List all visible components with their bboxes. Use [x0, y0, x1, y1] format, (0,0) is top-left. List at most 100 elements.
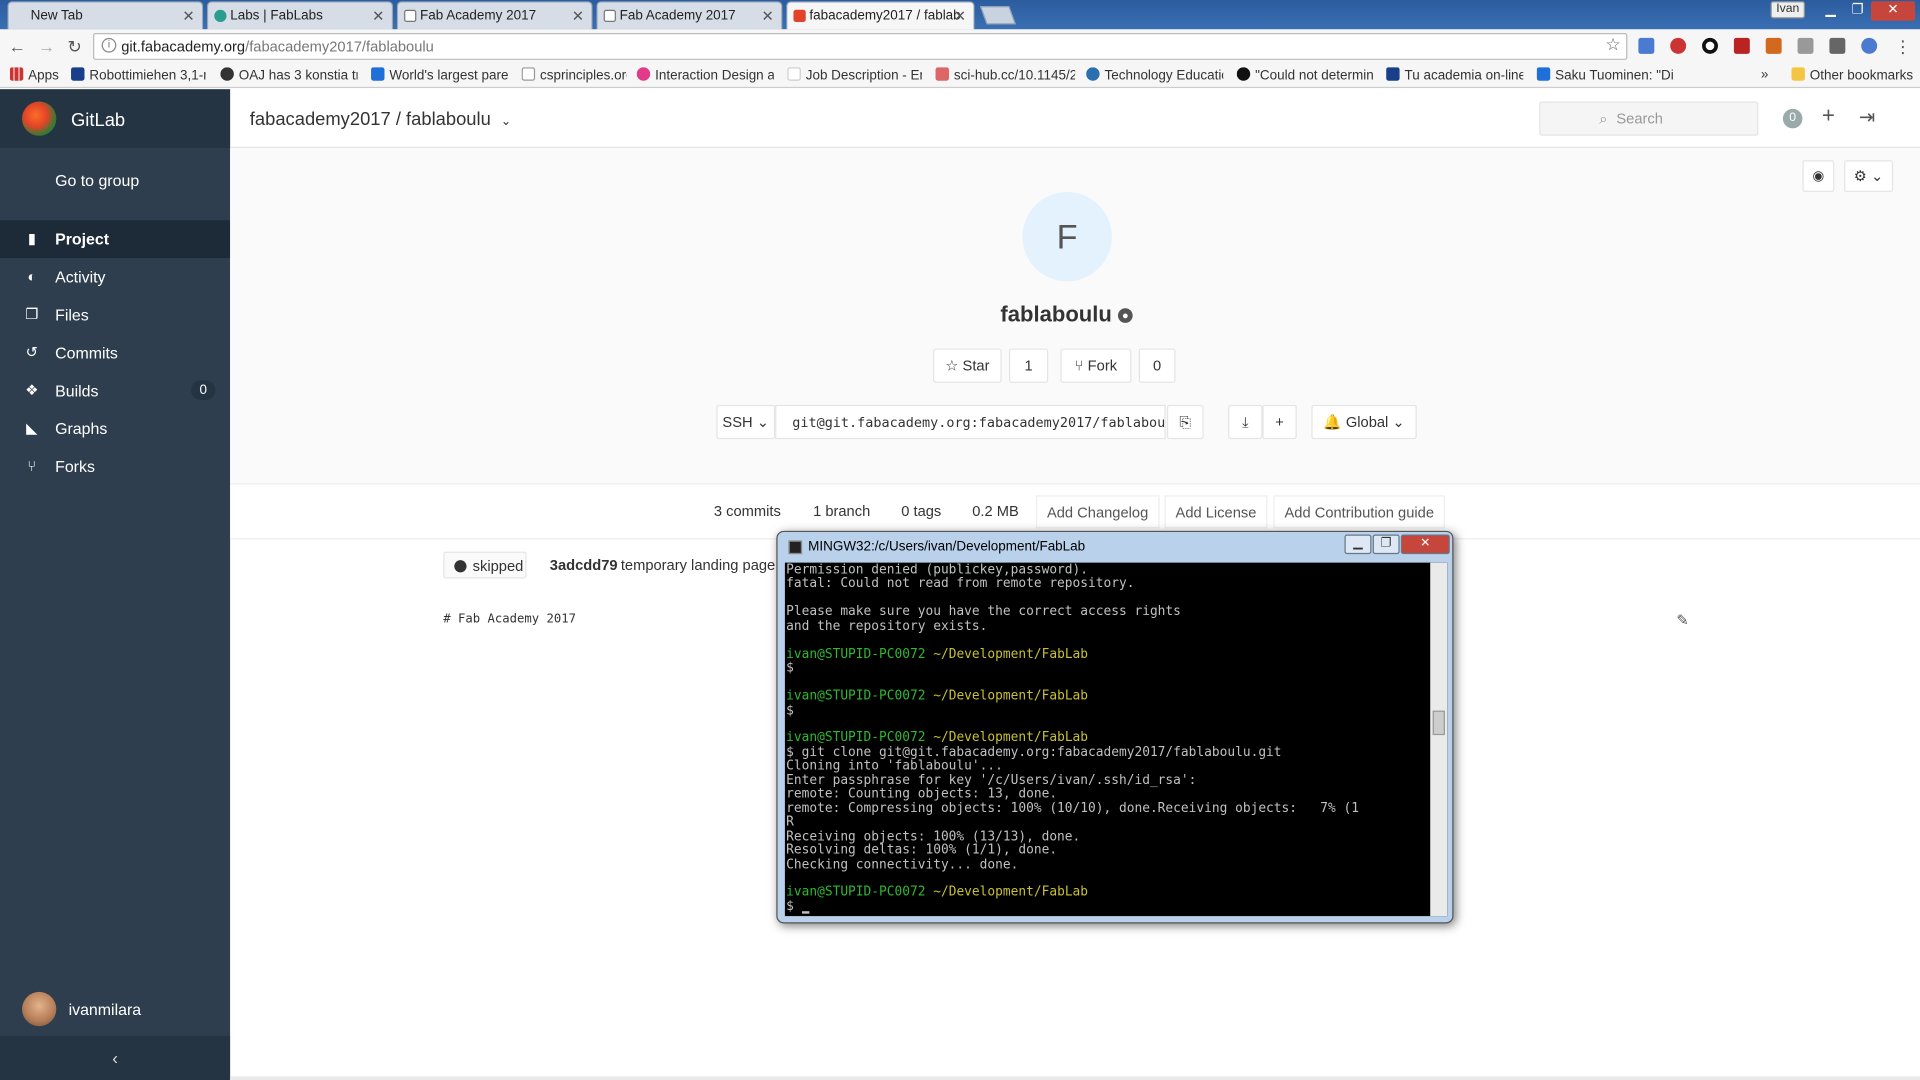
other-bookmarks[interactable]: Other bookmarks [1791, 67, 1913, 83]
gear-icon[interactable]: ⚙ ⌄ [1844, 160, 1894, 193]
plus-icon[interactable]: + [1822, 103, 1835, 129]
url-input[interactable]: i git.fabacademy.org/fabacademy2017/fabl… [93, 33, 1628, 60]
bookmark-item[interactable]: Technology Educatio [1086, 67, 1223, 83]
sidebar-item-label: Files [55, 305, 89, 325]
terminal-scrollbar[interactable] [1430, 562, 1448, 917]
prompt-user: ivan@STUPID-PC0072 [786, 688, 926, 704]
bookmark-item[interactable]: Saku Tuominen: "Dig [1536, 67, 1674, 83]
bookmark-item[interactable]: World's largest paren [371, 67, 508, 83]
pipeline-status-badge[interactable]: skipped [443, 551, 527, 579]
bookmark-star-icon[interactable]: ☆ [1605, 34, 1620, 55]
globe-icon: ● [1117, 308, 1133, 323]
add-contribution-guide-button[interactable]: Add Contribution guide [1273, 495, 1446, 529]
bookmark-item[interactable]: "Could not determine [1236, 67, 1374, 83]
chrome-menu-icon[interactable]: ⋮ [1893, 37, 1913, 58]
commit-message-link[interactable]: temporary landing page [621, 557, 775, 574]
fork-count[interactable]: 0 [1138, 348, 1176, 383]
sidebar-header[interactable]: GitLab [0, 89, 231, 148]
new-tab-button[interactable] [979, 6, 1017, 25]
minimize-window-icon[interactable]: ▁ [1817, 1, 1844, 21]
new-file-button[interactable]: + [1262, 404, 1297, 440]
bookmark-item[interactable]: Robottimiehen 3,1-m [71, 67, 206, 83]
sidebar-item-builds[interactable]: ❖ Builds 0 [0, 372, 230, 410]
rss-icon[interactable]: ◉ [1802, 160, 1835, 193]
tab-title: fabacademy2017 / fablab [809, 8, 961, 24]
sign-out-icon[interactable]: ⇥ [1859, 105, 1875, 129]
star-button[interactable]: ☆ Star [933, 348, 1002, 383]
k-extension-icon[interactable] [1765, 37, 1782, 54]
profile-chip[interactable]: Ivan [1770, 1, 1805, 19]
browser-tab[interactable]: Labs | FabLabs ✕ [206, 1, 394, 30]
todos-count-badge[interactable]: 0 [1782, 108, 1803, 129]
wordpress-icon [1086, 67, 1100, 81]
bookmark-item[interactable]: sci-hub.cc/10.1145/24 [935, 67, 1075, 83]
circle-extension-icon[interactable] [1702, 37, 1718, 54]
avatar[interactable] [22, 991, 57, 1027]
adblock-extension-icon[interactable] [1670, 37, 1687, 54]
pen-extension-icon[interactable] [1829, 37, 1846, 54]
browser-tab[interactable]: New Tab ✕ [7, 1, 204, 30]
history-icon: ↺ [25, 343, 38, 361]
close-window-icon[interactable]: ✕ [1871, 1, 1916, 21]
breadcrumb[interactable]: fabacademy2017 / fablaboulu ⌄ [250, 109, 511, 130]
browser-tab-active[interactable]: fabacademy2017 / fablab ✕ [786, 1, 975, 30]
maximize-window-icon[interactable]: ❐ [1844, 1, 1871, 21]
edit-pencil-icon[interactable]: ✎ [1676, 612, 1688, 629]
collapse-sidebar-button[interactable]: ‹ [0, 1035, 231, 1080]
bookmark-item[interactable]: Tu academia on-line | [1386, 67, 1523, 83]
bars-extension-icon[interactable] [1797, 37, 1814, 54]
sidebar-item-activity[interactable]: ◐ Activity [0, 258, 230, 296]
add-license-button[interactable]: Add License [1164, 495, 1268, 529]
commit-sha-link[interactable]: 3adcdd79 [550, 557, 618, 574]
username-link[interactable]: ivanmilara [69, 1000, 142, 1018]
commits-count-link[interactable]: 3 commits [714, 503, 781, 520]
bookmark-item[interactable]: Job Description - Eng [787, 67, 922, 83]
bookmark-apps[interactable]: Apps [9, 67, 64, 83]
search-input[interactable]: ⌕ Search [1539, 101, 1759, 136]
sidebar-item-graphs[interactable]: ◣ Graphs [0, 410, 230, 448]
back-icon[interactable]: ← [7, 37, 27, 57]
scrollbar-thumb[interactable] [1432, 710, 1445, 736]
clone-protocol-dropdown[interactable]: SSH ⌄ [716, 404, 776, 440]
forward-icon[interactable]: → [37, 37, 57, 57]
download-button[interactable]: ⤓ [1228, 404, 1263, 440]
bookmark-item[interactable]: OAJ has 3 konstia tre [220, 67, 358, 83]
tags-count-link[interactable]: 0 tags [901, 503, 941, 520]
go-to-group-link[interactable]: Go to group [55, 171, 139, 189]
mendeley-extension-icon[interactable] [1733, 37, 1750, 54]
close-tab-icon[interactable]: ✕ [572, 7, 584, 24]
notification-dropdown[interactable]: 🔔 Global ⌄ [1311, 404, 1417, 440]
maximize-window-icon[interactable]: ❐ [1372, 534, 1400, 555]
sidebar-item-project[interactable]: ▮ Project [0, 220, 231, 259]
star-count[interactable]: 1 [1008, 348, 1049, 383]
info-icon[interactable]: i [101, 37, 117, 53]
terminal-output[interactable]: Permission denied (publickey,password). f… [784, 562, 1448, 917]
branches-count-link[interactable]: 1 branch [813, 503, 870, 520]
close-tab-icon[interactable]: ✕ [182, 7, 194, 24]
close-window-icon[interactable]: ✕ [1400, 534, 1450, 555]
copy-clipboard-button[interactable]: ⎘ [1166, 404, 1204, 440]
gitlab-header: fabacademy2017 / fablaboulu ⌄ ⌕ Search 0… [230, 89, 1920, 148]
browser-tab[interactable]: Fab Academy 2017 ✕ [596, 1, 783, 30]
translate-extension-icon[interactable] [1638, 37, 1655, 54]
sidebar-item-commits[interactable]: ↺ Commits [0, 334, 230, 372]
sidebar-item-forks[interactable]: ⑂ Forks [0, 448, 230, 486]
terminal-line: remote: Compressing objects: 100% (10/10… [786, 800, 1359, 816]
sidebar-item-files[interactable]: ❐ Files [0, 296, 230, 334]
browser-tab[interactable]: Fab Academy 2017 ✕ [396, 1, 593, 30]
bookmarks-overflow-icon[interactable]: » [1761, 67, 1769, 82]
bookmark-item[interactable]: csprinciples.org [521, 67, 627, 83]
reload-icon[interactable]: ↻ [65, 37, 85, 58]
fork-button[interactable]: ⑂ Fork [1060, 348, 1132, 383]
close-tab-icon[interactable]: ✕ [372, 7, 384, 24]
chevron-down-icon[interactable]: ⌄ [501, 115, 511, 128]
clone-url-input[interactable]: git@git.fabacademy.org:fabacademy2017/fa… [775, 404, 1166, 440]
bookmark-item[interactable]: Interaction Design an [636, 67, 774, 83]
minimize-window-icon[interactable]: ▁ [1344, 534, 1372, 555]
close-tab-icon[interactable]: ✕ [762, 7, 774, 24]
terminal-window[interactable]: MINGW32:/c/Users/ivan/Development/FabLab… [776, 530, 1454, 924]
gitlab-favicon-icon [793, 9, 806, 23]
add-changelog-button[interactable]: Add Changelog [1035, 495, 1160, 529]
screencast-extension-icon[interactable] [1861, 37, 1878, 54]
close-tab-icon[interactable]: ✕ [954, 7, 966, 24]
